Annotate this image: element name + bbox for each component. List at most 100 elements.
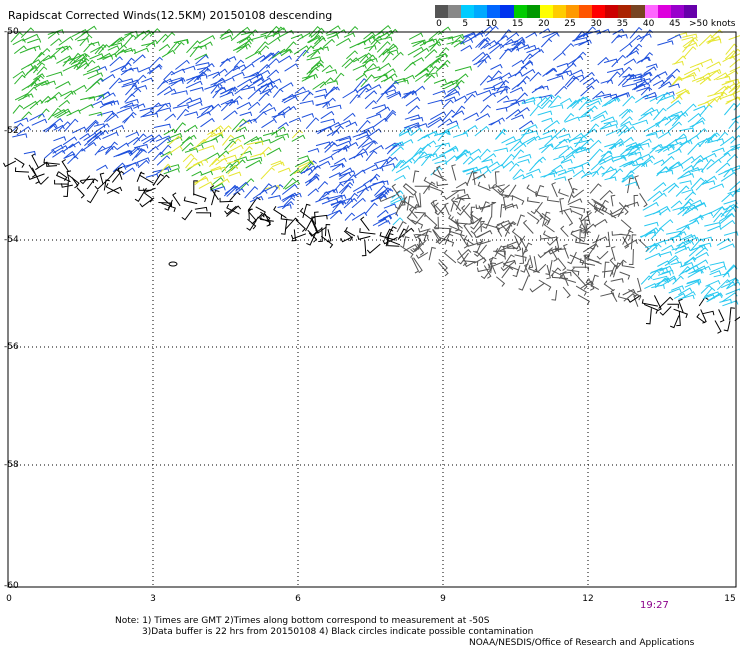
wind-barb: [624, 239, 638, 248]
wind-barb: [156, 155, 171, 166]
wind-barb: [408, 32, 424, 40]
wind-barb: [655, 278, 669, 286]
wind-barb: [306, 56, 322, 61]
wind-barb: [265, 58, 280, 69]
wind-barb: [546, 196, 560, 203]
wind-barb: [646, 63, 658, 68]
wind-barb: [668, 83, 680, 89]
wind-barb: [657, 40, 674, 46]
contamination-circle: [168, 261, 178, 267]
wind-barb: [452, 132, 469, 138]
wind-barb: [622, 82, 638, 88]
wind-barb: [557, 169, 575, 176]
wind-barb: [606, 67, 624, 73]
wind-barb: [199, 104, 214, 111]
wind-barb: [655, 116, 672, 125]
wind-barb: [504, 46, 520, 52]
wind-barb: [282, 192, 298, 203]
wind-barb: [703, 180, 716, 185]
wind-barb: [719, 243, 735, 251]
wind-barb: [280, 218, 288, 235]
wind-barb: [667, 34, 682, 41]
pass-time-label: 19:27: [640, 600, 669, 611]
wind-barb: [249, 152, 266, 158]
wind-barb: [222, 134, 235, 146]
wind-barb: [506, 32, 520, 41]
grid-lines: [8, 32, 736, 587]
wind-barb: [427, 99, 444, 105]
wind-barb: [344, 226, 356, 237]
wind-barb: [290, 233, 307, 240]
wind-barb: [584, 105, 598, 116]
wind-barb: [645, 308, 652, 325]
wind-barb: [196, 67, 212, 81]
wind-barb: [521, 68, 536, 77]
wind-barb: [550, 104, 564, 109]
wind-barb: [619, 43, 633, 52]
wind-barb: [729, 307, 735, 321]
wind-barb: [644, 283, 657, 290]
wind-barb: [454, 65, 472, 72]
wind-barb: [709, 183, 725, 190]
wind-barb: [670, 261, 683, 267]
wind-barb: [651, 143, 664, 150]
wind-barb: [638, 111, 653, 121]
wind-barb: [493, 147, 509, 153]
wind-barb: [407, 46, 424, 56]
wind-barb: [690, 177, 705, 190]
wind-barb: [417, 134, 431, 142]
wind-barb: [656, 166, 670, 175]
wind-barb: [616, 259, 627, 270]
note-line: Note: 1) Times are GMT 2)Times along bot…: [115, 616, 490, 626]
wind-barb: [285, 41, 297, 51]
note-line: 3)Data buffer is 22 hrs from 20150108 4)…: [142, 627, 534, 637]
wind-barb: [199, 35, 216, 44]
wind-barb: [144, 192, 154, 203]
wind-barb: [257, 216, 271, 227]
wind-barb: [728, 35, 740, 41]
wind-barb: [428, 246, 436, 261]
wind-barb: [403, 61, 416, 72]
wind-barb: [46, 71, 63, 78]
wind-barb: [658, 251, 673, 256]
wind-barb: [651, 267, 668, 273]
wind-barb: [554, 85, 568, 97]
wind-barb: [713, 272, 730, 278]
wind-barb: [161, 49, 176, 58]
wind-barb: [158, 43, 171, 52]
wind-barb: [326, 80, 339, 85]
wind-barb: [384, 68, 396, 76]
wind-barb: [125, 131, 140, 138]
wind-barb: [526, 196, 540, 204]
wind-barb: [294, 158, 312, 168]
note-line: NOAA/NESDIS/Office of Research and Appli…: [469, 638, 695, 648]
wind-barb: [67, 174, 80, 187]
wind-barb: [462, 125, 478, 135]
wind-barb: [299, 207, 313, 221]
wind-barb: [620, 219, 632, 232]
wind-barb: [734, 125, 740, 132]
wind-barb: [343, 112, 356, 121]
wind-barb: [709, 261, 726, 267]
wind-barb: [403, 236, 410, 248]
wind-barb: [511, 114, 525, 121]
lon-label: 12: [582, 594, 594, 604]
wind-barb: [501, 266, 514, 279]
wind-barb: [239, 111, 253, 117]
wind-barb: [103, 111, 117, 123]
wind-barb: [633, 294, 639, 307]
wind-barb: [702, 310, 715, 316]
wind-barb: [109, 56, 123, 67]
wind-barb: [365, 150, 378, 162]
wind-barb: [413, 47, 430, 58]
wind-barb: [133, 103, 146, 109]
wind-barb: [603, 280, 615, 292]
wind-barb: [184, 124, 198, 133]
wind-barb: [423, 131, 437, 139]
wind-barb: [108, 77, 123, 90]
wind-barb: [539, 235, 556, 240]
wind-barb: [636, 33, 652, 41]
wind-barb: [29, 99, 44, 110]
wind-barb: [606, 71, 621, 84]
wind-barb: [375, 106, 391, 115]
